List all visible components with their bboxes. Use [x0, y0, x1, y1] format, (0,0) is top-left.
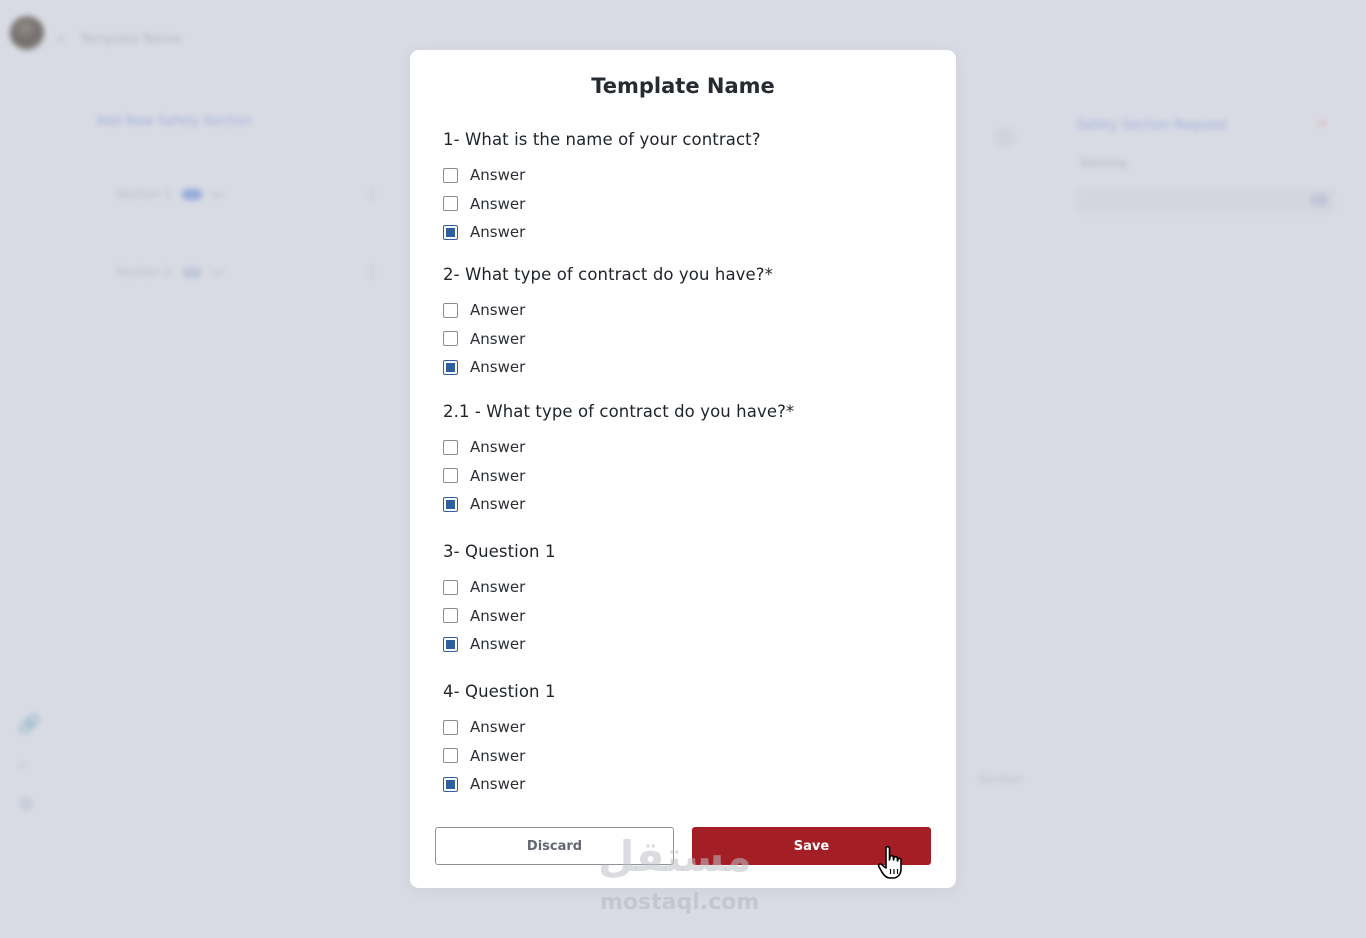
- question-block: 4- Question 1 Answer Answer Answer: [443, 682, 932, 799]
- answer-option[interactable]: Answer: [443, 462, 932, 491]
- template-modal: Template Name 1- What is the name of you…: [410, 50, 956, 888]
- section-label: Section 1: [116, 187, 173, 201]
- answer-label: Answer: [470, 166, 526, 185]
- breadcrumb-separator: [58, 36, 64, 42]
- answer-option[interactable]: Answer: [443, 490, 932, 519]
- answer-label: Answer: [470, 358, 526, 377]
- add-icon[interactable]: [994, 126, 1016, 148]
- answer-option[interactable]: Answer: [443, 218, 932, 247]
- question-block: 1- What is the name of your contract? An…: [443, 130, 932, 247]
- chevron-down-icon[interactable]: [209, 262, 225, 278]
- answer-label: Answer: [470, 194, 526, 213]
- question-label: 1- What is the name of your contract?: [443, 130, 761, 149]
- section-row[interactable]: Section 1: [98, 178, 388, 210]
- answer-label: Answer: [470, 438, 526, 457]
- answer-label: Answer: [470, 635, 526, 654]
- question-block: 3- Question 1 Answer Answer Answer: [443, 542, 932, 659]
- app-title: Template Name: [80, 32, 182, 47]
- checkbox[interactable]: [443, 748, 458, 764]
- answer-option[interactable]: Answer: [443, 713, 932, 742]
- answer-option[interactable]: Answer: [443, 742, 932, 771]
- checkbox[interactable]: [443, 719, 458, 735]
- right-panel-link[interactable]: Safety Section Request: [1076, 118, 1227, 133]
- answer-option[interactable]: Answer: [443, 433, 932, 462]
- answer-option[interactable]: Answer: [443, 770, 932, 799]
- answer-label: Answer: [470, 223, 526, 242]
- right-panel-input[interactable]: [1076, 188, 1336, 214]
- answer-label: Answer: [470, 301, 526, 320]
- answer-label: Answer: [470, 466, 526, 485]
- avatar[interactable]: [10, 16, 44, 50]
- checkbox-checked[interactable]: [443, 224, 458, 240]
- answer-option[interactable]: Answer: [443, 161, 932, 190]
- answer-label: Answer: [470, 746, 526, 765]
- checkbox[interactable]: [443, 196, 458, 212]
- checkbox[interactable]: [443, 167, 458, 183]
- answer-option[interactable]: Answer: [443, 296, 932, 325]
- more-options-icon[interactable]: [370, 188, 376, 200]
- answer-label: Answer: [470, 718, 526, 737]
- checkbox-checked[interactable]: [443, 359, 458, 375]
- answer-option[interactable]: Answer: [443, 353, 932, 382]
- watermark-text: mostaql.com: [600, 890, 760, 915]
- chevron-down-icon[interactable]: [209, 184, 225, 200]
- footer-text: Section: [978, 772, 1023, 786]
- checkbox[interactable]: [443, 579, 458, 595]
- answer-label: Answer: [470, 495, 526, 514]
- checkbox-checked[interactable]: [443, 776, 458, 792]
- answer-option[interactable]: Answer: [443, 630, 932, 659]
- search-icon[interactable]: ⌕: [18, 754, 28, 775]
- checkbox[interactable]: [443, 608, 458, 624]
- hand-pointer-icon: [877, 845, 902, 879]
- checkbox-checked[interactable]: [443, 636, 458, 652]
- answer-label: Answer: [470, 329, 526, 348]
- answer-option[interactable]: Answer: [443, 602, 932, 631]
- question-label: 2- What type of contract do you have?*: [443, 265, 773, 284]
- link-icon[interactable]: 🔗: [18, 714, 40, 735]
- checkbox[interactable]: [443, 302, 458, 318]
- more-options-icon[interactable]: [370, 266, 376, 278]
- unit-chip: [1310, 194, 1328, 206]
- right-panel-label: Naming: [1080, 156, 1127, 170]
- modal-title: Template Name: [591, 74, 775, 98]
- checkbox[interactable]: [443, 468, 458, 484]
- settings-icon[interactable]: ⚙: [18, 794, 34, 815]
- question-block: 2.1 - What type of contract do you have?…: [443, 402, 932, 519]
- close-icon[interactable]: ✕: [1316, 116, 1328, 132]
- watermark-logo: مستقل: [598, 832, 752, 881]
- answer-label: Answer: [470, 775, 526, 794]
- checkbox-checked[interactable]: [443, 496, 458, 512]
- section-row[interactable]: Section 2: [98, 256, 388, 288]
- question-label: 4- Question 1: [443, 682, 556, 701]
- toggle-switch[interactable]: [182, 188, 203, 200]
- toggle-switch[interactable]: [182, 266, 203, 278]
- answer-option[interactable]: Answer: [443, 190, 932, 219]
- add-section-link[interactable]: Add New Safety Section: [96, 114, 252, 129]
- section-label: Section 2: [116, 265, 173, 279]
- question-block: 2- What type of contract do you have?* A…: [443, 265, 932, 382]
- question-label: 3- Question 1: [443, 542, 556, 561]
- answer-label: Answer: [470, 578, 526, 597]
- answer-option[interactable]: Answer: [443, 573, 932, 602]
- answer-label: Answer: [470, 606, 526, 625]
- question-label: 2.1 - What type of contract do you have?…: [443, 402, 795, 421]
- checkbox[interactable]: [443, 439, 458, 455]
- checkbox[interactable]: [443, 331, 458, 347]
- answer-option[interactable]: Answer: [443, 325, 932, 354]
